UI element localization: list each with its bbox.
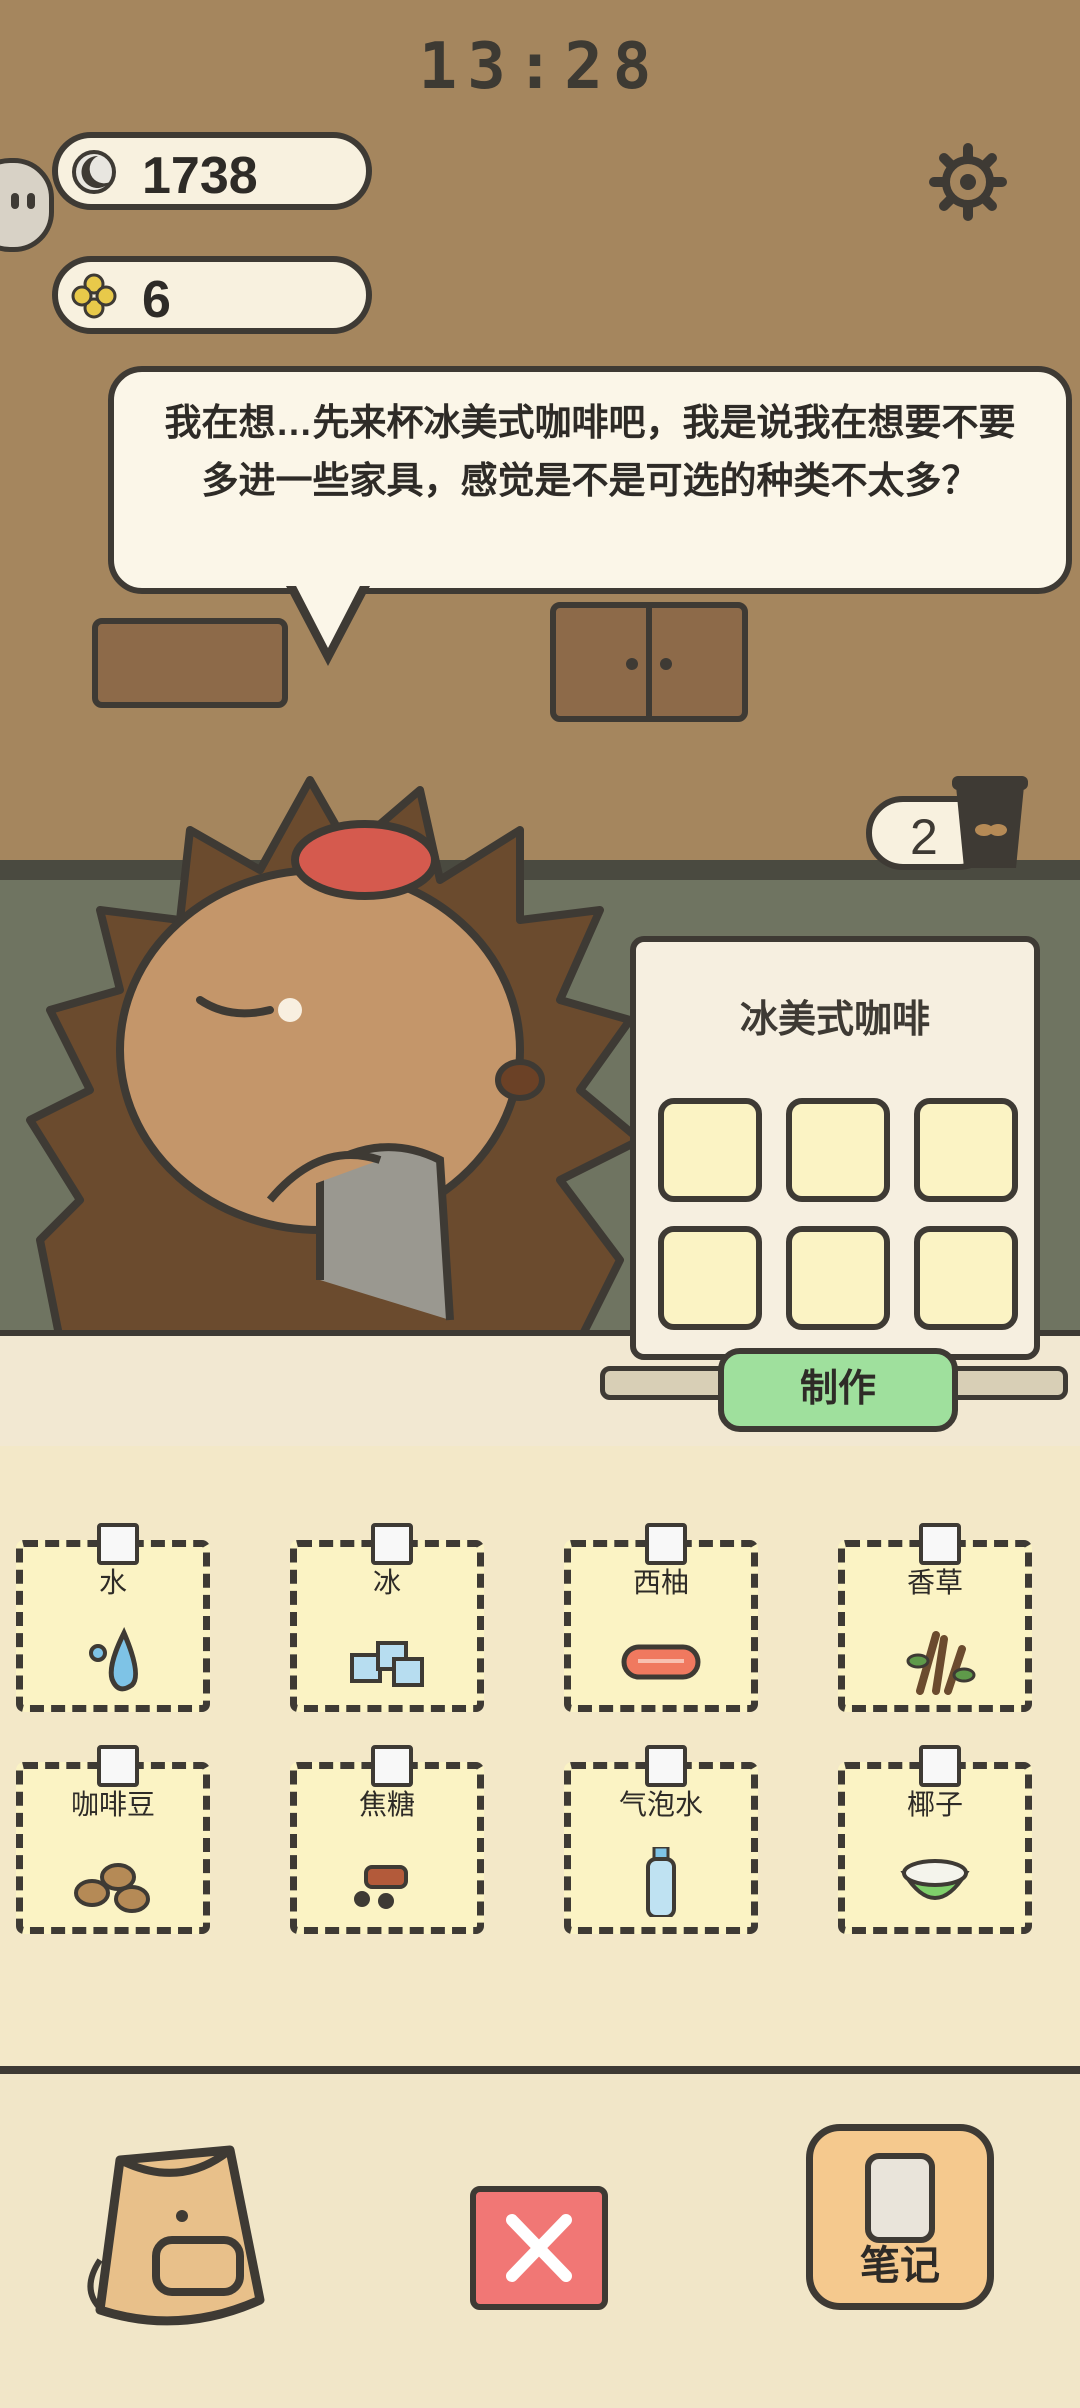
- speech-text: 我在想…先来杯冰美式咖啡吧，我是说我在想要不要多进一些家具，感觉是不是可选的种类…: [164, 402, 1016, 501]
- gear-icon[interactable]: [928, 142, 1008, 222]
- notebook-icon: [865, 2153, 935, 2243]
- ingredient-soda-water[interactable]: 气泡水: [564, 1745, 758, 1934]
- clover-icon: [71, 273, 117, 319]
- ingredient-label: 焦糖: [358, 1789, 415, 1820]
- recipe-slot-2[interactable]: [786, 1098, 890, 1202]
- ingredient-label: 西柚: [632, 1567, 689, 1598]
- coffee-beans-icon: [74, 1863, 150, 1913]
- recipe-slot-6[interactable]: [914, 1226, 1018, 1330]
- order-count: 2: [910, 809, 938, 865]
- ice-cubes-icon: [350, 1641, 424, 1687]
- moon-currency: 1738: [52, 132, 372, 210]
- recipe-slot-1[interactable]: [658, 1098, 762, 1202]
- ingredient-label: 冰: [372, 1567, 401, 1598]
- recipe-card: 冰美式咖啡: [630, 936, 1040, 1360]
- ingredient-panel: [0, 1446, 1080, 2066]
- recipe-slot-4[interactable]: [658, 1226, 762, 1330]
- moon-count: 1738: [142, 147, 258, 205]
- wall-cabinet: [550, 602, 748, 722]
- ingredient-label: 气泡水: [618, 1789, 703, 1820]
- coconut-icon: [900, 1859, 970, 1900]
- ingredient-grapefruit[interactable]: 西柚: [564, 1523, 758, 1712]
- recipe-slot-5[interactable]: [786, 1226, 890, 1330]
- ingredient-ice[interactable]: 冰: [290, 1523, 484, 1712]
- notes-button[interactable]: 笔记: [806, 2124, 994, 2310]
- make-button[interactable]: 制作: [718, 1348, 958, 1432]
- moon-icon: [72, 150, 116, 194]
- close-button[interactable]: [470, 2186, 608, 2310]
- ingredient-label: 椰子: [906, 1789, 963, 1820]
- ingredient-coffee-beans[interactable]: 咖啡豆: [16, 1745, 210, 1934]
- recipe-title: 冰美式咖啡: [739, 999, 930, 1041]
- ingredient-water[interactable]: 水: [16, 1523, 210, 1712]
- grapefruit-icon: [621, 1644, 701, 1680]
- ingredient-coconut[interactable]: 椰子: [838, 1745, 1032, 1934]
- soda-bottle-icon: [646, 1847, 676, 1917]
- backpack-icon[interactable]: [80, 2120, 280, 2336]
- ingredient-label: 香草: [906, 1567, 963, 1598]
- coffee-cup-icon: [952, 776, 1028, 868]
- ingredient-label: 咖啡豆: [70, 1789, 155, 1820]
- hedgehog-character: [26, 776, 644, 1340]
- clover-count: 6: [142, 271, 171, 329]
- close-icon: [506, 2214, 572, 2282]
- ingredient-label: 水: [98, 1567, 127, 1598]
- clover-currency: 6: [52, 256, 372, 334]
- recipe-slot-3[interactable]: [914, 1098, 1018, 1202]
- clock: 13:28: [418, 30, 662, 104]
- speech-bubble: 我在想…先来杯冰美式咖啡吧，我是说我在想要不要多进一些家具，感觉是不是可选的种类…: [108, 366, 1072, 594]
- ingredient-caramel[interactable]: 焦糖: [290, 1745, 484, 1934]
- ingredient-vanilla[interactable]: 香草: [838, 1523, 1032, 1712]
- water-drop-icon: [89, 1627, 139, 1692]
- vanilla-herb-icon: [906, 1631, 976, 1695]
- notes-label: 笔记: [860, 2244, 940, 2288]
- wall-shelf: [92, 618, 288, 708]
- caramel-icon: [354, 1865, 408, 1909]
